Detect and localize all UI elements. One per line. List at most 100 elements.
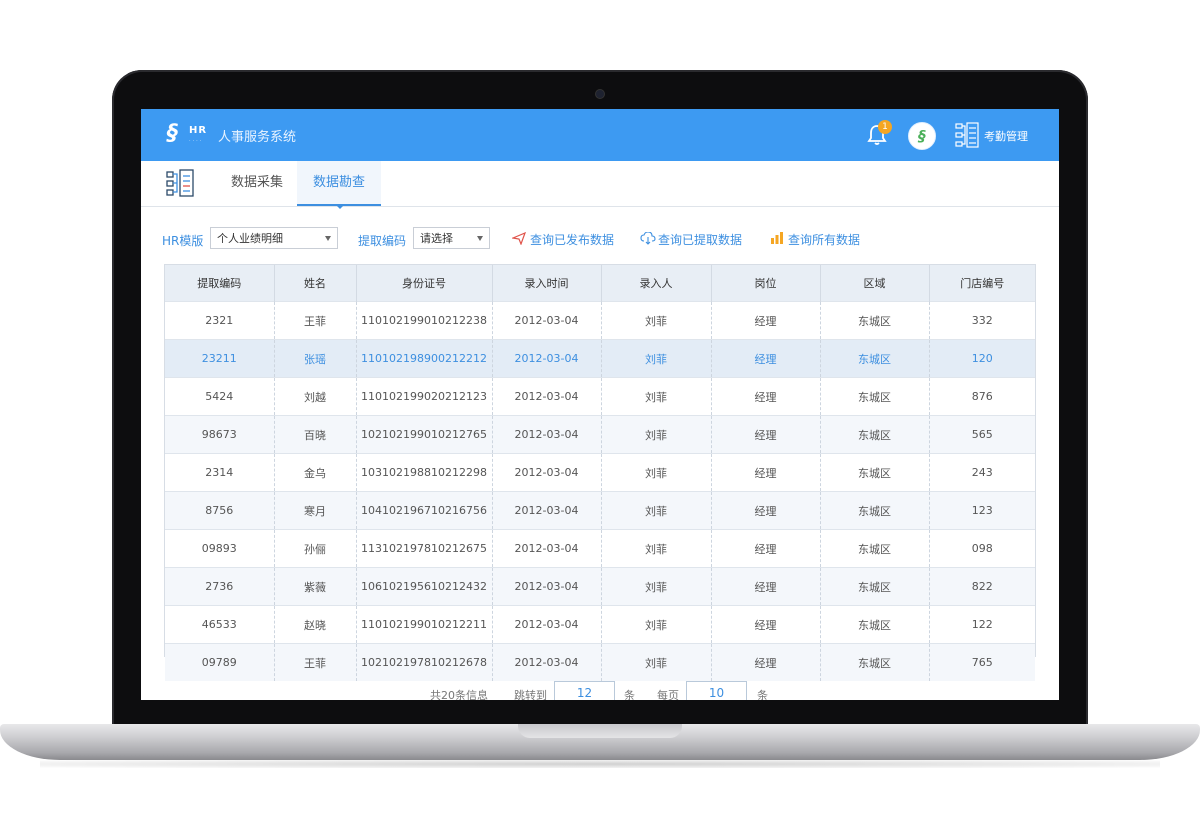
table-cell: 刘菲 (600, 529, 711, 568)
table-cell: 东城区 (819, 567, 929, 606)
table-row[interactable]: 09789 王菲 102102197810212678 2012-03-04 刘菲 经理东… (165, 643, 1035, 681)
per-page-input[interactable]: 10 (686, 681, 747, 700)
logo-mark-icon: § (167, 121, 178, 146)
table-cell: 106102195610212432 (355, 567, 492, 606)
query-published-label: 查询已发布数据 (530, 233, 615, 247)
app-logo[interactable]: § HR ···· (167, 121, 213, 149)
table-cell: 110102198900212212 (355, 339, 492, 378)
table-row[interactable]: 8756 寒月 104102196710216756 2012-03-04 刘菲 经理 东城… (165, 491, 1035, 530)
filter-bar: HR模版 个人业绩明细 提取编码 请选择 查询已发布数据 查询已提取数据 查询所… (141, 227, 1059, 253)
table-cell: 经理 (710, 605, 820, 644)
table-row[interactable]: 46533 赵晓 110102199010212211 2012-03-04 刘菲 经理东… (165, 605, 1035, 644)
table-cell: 刘菲 (600, 453, 711, 492)
jump-to-input[interactable]: 12 (554, 681, 615, 700)
laptop-camera (596, 90, 604, 98)
total-count-text: 共20条信息 (430, 689, 488, 700)
table-cell: 东城区 (819, 491, 929, 530)
table-cell: 765 (928, 643, 1035, 681)
module-label[interactable]: 考勤管理 (984, 128, 1028, 144)
table-row[interactable]: 23211 张瑶 110102198900212212 2012-03-04 刘菲 经理东… (165, 339, 1035, 378)
top-bar: § HR ···· 人事服务系统 1 § 考勤管理 (141, 109, 1059, 161)
table-row[interactable]: 09893 孙俪 113102197810212675 2012-03-04 刘菲 经理东… (165, 529, 1035, 568)
table-cell: 刘越 (273, 377, 356, 416)
table-row[interactable]: 2736 紫薇 106102195610212432 2012-03-04 刘菲 经理 东城… (165, 567, 1035, 606)
column-header[interactable]: 身份证号 (355, 265, 492, 302)
table-row[interactable]: 5424 刘越 110102199020212123 2012-03-04 刘菲 经理 东城… (165, 377, 1035, 416)
table-row[interactable]: 2321 王菲 110102199010212238 2012-03-04 刘菲 经理 东城… (165, 301, 1035, 340)
table-cell: 2012-03-04 (491, 339, 601, 378)
org-chart-icon[interactable] (955, 122, 979, 148)
table-cell: 孙俪 (273, 529, 356, 568)
table-cell: 东城区 (819, 605, 929, 644)
laptop-shadow (40, 760, 1160, 768)
column-header[interactable]: 区域 (819, 265, 929, 302)
table-cell: 123 (928, 491, 1035, 530)
logo-text: HR (189, 125, 208, 136)
app-title: 人事服务系统 (218, 130, 297, 145)
pagination: 共20条信息 跳转到 12 条 每页 10 条 (141, 681, 1059, 700)
column-header[interactable]: 录入人 (600, 265, 711, 302)
template-select[interactable]: 个人业绩明细 (210, 227, 338, 249)
table-cell: 2736 (165, 567, 274, 606)
chevron-down-icon (477, 236, 483, 241)
table-cell: 2012-03-04 (491, 643, 601, 681)
table-cell: 110102199020212123 (355, 377, 492, 416)
table-cell: 2012-03-04 (491, 415, 601, 454)
table-cell: 王菲 (273, 301, 356, 340)
query-extracted-label: 查询已提取数据 (658, 233, 743, 247)
table-cell: 2012-03-04 (491, 605, 601, 644)
column-header[interactable]: 姓名 (273, 265, 356, 302)
app-screen: § HR ···· 人事服务系统 1 § 考勤管理 数据采集 数据勘查 HR模版… (141, 109, 1059, 700)
table-cell: 876 (928, 377, 1035, 416)
tab-data-inspection[interactable]: 数据勘查 (297, 161, 381, 206)
column-header[interactable]: 录入时间 (491, 265, 601, 302)
code-select-value: 请选择 (420, 232, 453, 245)
table-cell: 98673 (165, 415, 274, 454)
table-cell: 103102198810212298 (355, 453, 492, 492)
table-cell: 寒月 (273, 491, 356, 530)
table-cell: 经理 (710, 567, 820, 606)
table-cell: 东城区 (819, 415, 929, 454)
table-cell: 113102197810212675 (355, 529, 492, 568)
table-cell: 09789 (165, 643, 274, 681)
table-cell: 刘菲 (600, 605, 711, 644)
table-row[interactable]: 98673 百晓 102102199010212765 2012-03-04 刘菲 经理东… (165, 415, 1035, 454)
cloud-download-icon (640, 232, 656, 245)
tab-data-collection[interactable]: 数据采集 (215, 161, 299, 206)
active-tab-caret-icon (336, 205, 344, 209)
column-header[interactable]: 门店编号 (928, 265, 1035, 302)
org-chart-icon (166, 169, 194, 197)
jump-unit-label: 条 (624, 689, 635, 700)
column-header[interactable]: 提取编码 (165, 265, 274, 302)
table-cell: 百晓 (273, 415, 356, 454)
table-cell: 经理 (710, 415, 820, 454)
per-page-label: 每页 (657, 689, 679, 700)
table-cell: 122 (928, 605, 1035, 644)
table-cell: 104102196710216756 (355, 491, 492, 530)
user-avatar[interactable]: § (908, 122, 936, 150)
table-cell: 2321 (165, 301, 274, 340)
table-cell: 110102199010212211 (355, 605, 492, 644)
table-cell: 东城区 (819, 453, 929, 492)
table-cell: 2012-03-04 (491, 301, 601, 340)
chevron-down-icon (325, 236, 331, 241)
table-cell: 120 (928, 339, 1035, 378)
table-cell: 刘菲 (600, 643, 711, 681)
table-cell: 经理 (710, 453, 820, 492)
table-cell: 2012-03-04 (491, 377, 601, 416)
table-cell: 刘菲 (600, 491, 711, 530)
code-select[interactable]: 请选择 (413, 227, 490, 249)
table-cell: 刘菲 (600, 377, 711, 416)
table-cell: 东城区 (819, 377, 929, 416)
table-row[interactable]: 2314 金乌 103102198810212298 2012-03-04 刘菲 经理 东城… (165, 453, 1035, 492)
table-cell: 098 (928, 529, 1035, 568)
table-cell: 经理 (710, 377, 820, 416)
table-cell: 经理 (710, 491, 820, 530)
table-cell: 332 (928, 301, 1035, 340)
table-cell: 2012-03-04 (491, 453, 601, 492)
table-cell: 2012-03-04 (491, 529, 601, 568)
table-cell: 102102199010212765 (355, 415, 492, 454)
table-cell: 刘菲 (600, 415, 711, 454)
table-cell: 23211 (165, 339, 274, 378)
column-header[interactable]: 岗位 (710, 265, 820, 302)
